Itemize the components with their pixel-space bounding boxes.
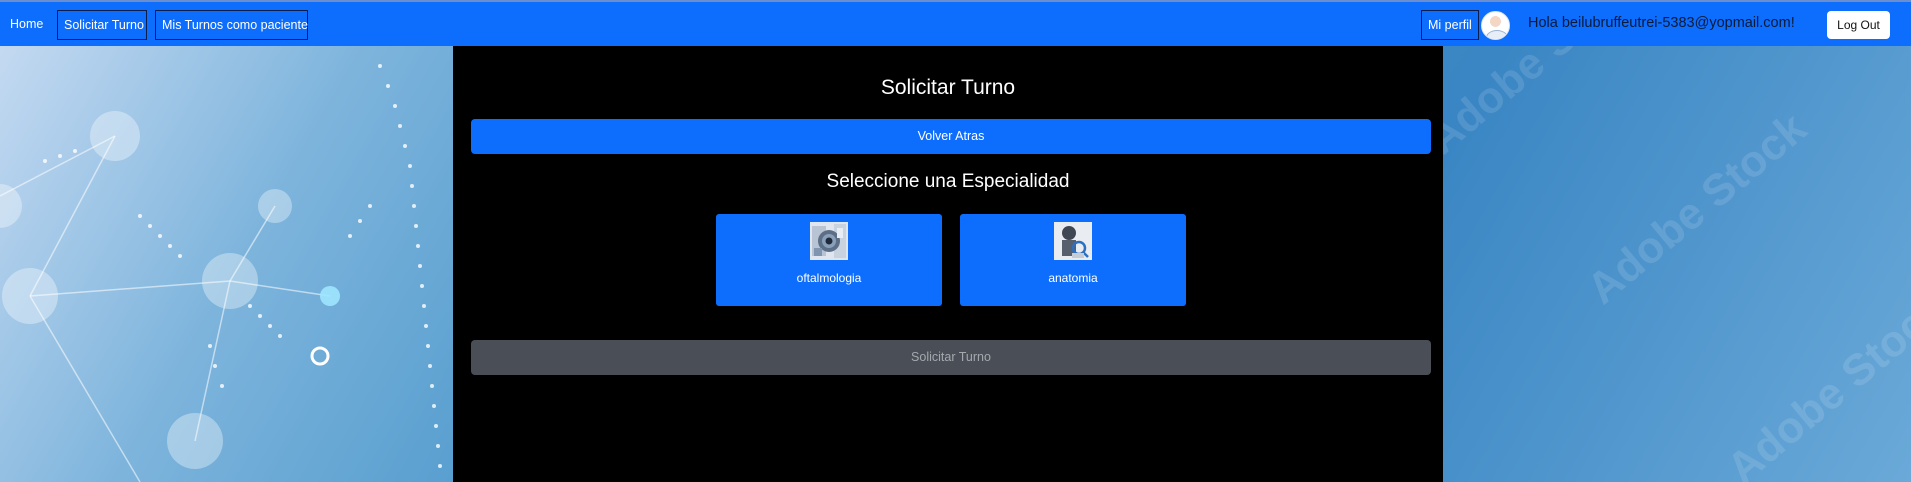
specialty-card-anatomia[interactable]: anatomia <box>960 214 1186 306</box>
specialty-label: oftalmologia <box>796 271 862 285</box>
nav-home-link[interactable]: Home <box>4 10 49 40</box>
svg-text:Adobe Sto: Adobe Sto <box>1443 46 1618 164</box>
specialty-card-oftalmologia[interactable]: oftalmologia <box>716 214 942 306</box>
user-avatar-icon[interactable] <box>1481 11 1510 40</box>
stethoscope-doctor-icon <box>1054 222 1092 260</box>
background-network-art <box>0 64 442 482</box>
page-title: Solicitar Turno <box>880 76 1016 99</box>
submit-request-button[interactable]: Solicitar Turno <box>471 340 1431 375</box>
user-greeting: Hola beilubruffeutrei-5383@yopmail.com! <box>1528 15 1795 31</box>
request-appointment-panel: Solicitar Turno Volver Atras Seleccione … <box>453 46 1443 482</box>
logout-button[interactable]: Log Out <box>1827 11 1890 39</box>
nav-mi-perfil-link[interactable]: Mi perfil <box>1421 10 1479 40</box>
back-button[interactable]: Volver Atras <box>471 119 1431 154</box>
eye-exam-icon <box>810 222 848 260</box>
background-gradient-art: Adobe Stock Adobe Stock Adobe Sto <box>1443 46 1911 482</box>
app-page: Adobe Stock Adobe Stock Adobe Sto Home S… <box>0 0 1911 482</box>
nav-solicitar-turno-link[interactable]: Solicitar Turno <box>57 10 147 40</box>
svg-text:Adobe Stock: Adobe Stock <box>1718 283 1911 482</box>
nav-mis-turnos-link[interactable]: Mis Turnos como paciente <box>155 10 308 40</box>
section-title: Seleccione una Especialidad <box>826 171 1070 192</box>
top-navbar: Home Solicitar Turno Mis Turnos como pac… <box>0 0 1911 46</box>
svg-text:Adobe Stock: Adobe Stock <box>1578 103 1816 314</box>
specialty-label: anatomia <box>1048 271 1098 285</box>
